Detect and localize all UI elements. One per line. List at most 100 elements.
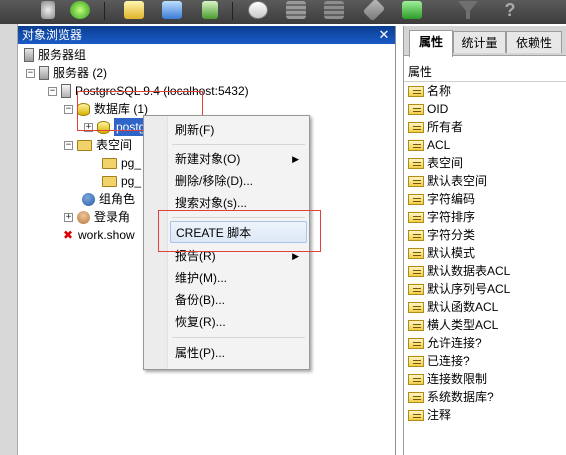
toolbar-separator <box>104 2 105 20</box>
folder-icon <box>102 175 117 187</box>
tree-item-servers[interactable]: − 服务器 (2) <box>26 64 107 82</box>
tree-item-label: 表空间 <box>96 138 133 152</box>
properties-panel: 属性 统计量 依赖性 属性 名称 OID 所有者 ACL 表空间 默认表空间 字… <box>403 26 566 455</box>
folder-icon <box>77 139 92 151</box>
menu-item-delete[interactable]: 删除/移除(D)... <box>170 170 307 192</box>
connect-icon[interactable] <box>34 0 62 20</box>
tree-item-group-roles[interactable]: 组角色 <box>82 190 135 208</box>
property-icon <box>408 355 424 367</box>
tree-item-label: 组角色 <box>99 192 136 206</box>
tree-item-label: 登录角 <box>94 210 131 224</box>
property-row[interactable]: 字符排序 <box>408 208 475 226</box>
tree-item-label: pg_ <box>121 156 142 170</box>
property-row[interactable]: 允许连接? <box>408 334 482 352</box>
property-row[interactable]: 表空间 <box>408 154 463 172</box>
property-row[interactable]: 横人类型ACL <box>408 316 498 334</box>
properties-header: 属性 <box>408 65 433 79</box>
tree-item-tablespace[interactable]: pg_ <box>102 154 141 172</box>
toolbar: ? <box>0 0 566 24</box>
menu-item-maintenance[interactable]: 维护(M)... <box>170 267 307 289</box>
collapse-icon[interactable]: − <box>64 140 73 150</box>
property-row[interactable]: 已连接? <box>408 352 470 370</box>
toolbar-separator <box>232 2 233 20</box>
tree-item-other-server[interactable]: ✖ work.show <box>62 226 135 244</box>
menu-separator <box>172 144 305 145</box>
server-group-icon <box>24 48 34 62</box>
panel-title: 对象浏览器 ✕ <box>18 26 395 44</box>
tab-properties[interactable]: 属性 <box>409 30 453 57</box>
property-row[interactable]: 默认函数ACL <box>408 298 498 316</box>
property-row[interactable]: 默认数据表ACL <box>408 262 510 280</box>
property-icon <box>408 211 424 223</box>
property-row[interactable]: 连接数限制 <box>408 370 487 388</box>
object-tree[interactable]: 服务器组 − 服务器 (2) − PostgreSQL 9.4 (localho… <box>18 44 395 242</box>
menu-separator <box>172 337 305 338</box>
collapse-icon[interactable]: − <box>48 86 57 96</box>
property-icon <box>408 409 424 421</box>
property-icon <box>408 373 424 385</box>
close-icon[interactable]: ✕ <box>377 26 391 44</box>
property-row[interactable]: 系统数据库? <box>408 388 494 406</box>
create-icon[interactable] <box>158 0 186 20</box>
property-icon <box>408 139 424 151</box>
expand-icon[interactable]: + <box>64 212 73 222</box>
tab-dependencies[interactable]: 依赖性 <box>506 31 562 53</box>
plugin-icon[interactable] <box>398 0 426 20</box>
highlight-box-create-script <box>158 210 321 252</box>
tree-item-tablespaces[interactable]: − 表空间 <box>64 136 132 154</box>
menu-item-backup[interactable]: 备份(B)... <box>170 289 307 311</box>
group-roles-icon <box>82 192 95 206</box>
property-icon <box>408 391 424 403</box>
property-icon <box>408 229 424 241</box>
refresh-icon[interactable] <box>66 0 94 20</box>
collapse-icon[interactable]: − <box>26 68 35 78</box>
property-icon <box>408 337 424 349</box>
login-roles-icon <box>77 210 90 224</box>
disconnected-icon: ✖ <box>62 228 74 242</box>
servers-icon <box>39 66 49 80</box>
menu-item-new-object[interactable]: 新建对象(O) ▶ <box>170 148 307 170</box>
panel-title-text: 对象浏览器 <box>22 28 83 42</box>
left-gutter <box>0 24 18 455</box>
property-icon <box>408 85 424 97</box>
help-icon[interactable]: ? <box>496 0 524 20</box>
property-row[interactable]: 默认表空间 <box>408 172 487 190</box>
tree-item-server-group[interactable]: 服务器组 <box>24 46 86 64</box>
tree-item-label: pg_ <box>121 174 142 188</box>
collapse-icon[interactable]: − <box>64 104 73 114</box>
properties-icon[interactable] <box>120 0 148 20</box>
sql-icon[interactable] <box>244 0 272 20</box>
wrench-icon[interactable] <box>360 0 388 22</box>
tree-item-label: 服务器 (2) <box>53 66 108 80</box>
property-row[interactable]: 所有者 <box>408 118 463 136</box>
table-icon[interactable] <box>320 0 348 20</box>
property-icon <box>408 157 424 169</box>
property-row[interactable]: 字符编码 <box>408 190 475 208</box>
menu-item-refresh[interactable]: 刷新(F) <box>170 119 307 141</box>
property-icon <box>408 247 424 259</box>
property-row[interactable]: 字符分类 <box>408 226 475 244</box>
grid-icon[interactable] <box>282 0 310 20</box>
property-icon <box>408 283 424 295</box>
property-row[interactable]: 默认序列号ACL <box>408 280 510 298</box>
property-row[interactable]: 默认模式 <box>408 244 475 262</box>
delete-icon[interactable] <box>196 0 224 20</box>
server-icon <box>61 84 71 98</box>
tree-item-label: 服务器组 <box>38 48 87 62</box>
menu-item-restore[interactable]: 恢复(R)... <box>170 311 307 333</box>
property-row[interactable]: 名称 <box>408 82 451 100</box>
folder-icon <box>102 157 117 169</box>
property-icon <box>408 103 424 115</box>
filter-icon[interactable] <box>454 0 482 20</box>
property-row[interactable]: 注释 <box>408 406 451 424</box>
tree-item-tablespace[interactable]: pg_ <box>102 172 141 190</box>
submenu-arrow-icon: ▶ <box>292 154 299 164</box>
tree-item-login-roles[interactable]: + 登录角 <box>64 208 130 226</box>
property-row[interactable]: OID <box>408 100 448 118</box>
property-row[interactable]: ACL <box>408 136 450 154</box>
property-icon <box>408 121 424 133</box>
tab-statistics[interactable]: 统计量 <box>453 31 506 53</box>
menu-item-properties[interactable]: 属性(P)... <box>170 342 307 364</box>
property-icon <box>408 301 424 313</box>
property-icon <box>408 193 424 205</box>
